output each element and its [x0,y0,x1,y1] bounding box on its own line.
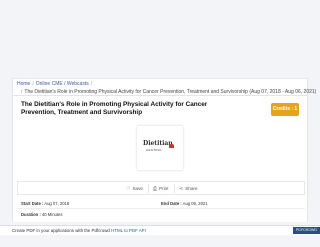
breadcrumb-separator: / [32,81,34,87]
start-date-label: Start Date : [21,201,44,206]
footer-text-label: Create PDF in your applications with the… [12,228,110,233]
print-button[interactable]: ⎙ Print [148,184,172,193]
divider [17,208,305,209]
course-logo: Dietitian CENTRAL [137,126,183,170]
end-date-label: End Date : [161,201,182,206]
html-to-pdf-link[interactable]: HTML to PDF API [111,228,146,233]
footer-text: Create PDF in your applications with the… [12,226,146,235]
print-label: Print [159,186,169,191]
course-title: The Dietitian's Role in Promoting Physic… [21,101,208,116]
share-icon: ⋖ [179,186,184,192]
share-button[interactable]: ⋖ Share [174,184,201,193]
action-bar: ♡ Save ⎙ Print ⋖ Share [17,181,305,195]
logo-subtext: CENTRAL [146,148,163,152]
pdfcrowd-badge[interactable]: PDFCROWD [292,227,320,234]
duration: Duration : 40 Minutes [21,212,62,217]
duration-value: 40 Minutes [41,212,63,217]
end-date: End Date : Aug 06, 2021 [161,201,208,206]
breadcrumb-row: Home / Online CME / Webcasts / [17,81,94,87]
credits-badge: Credits : 1 [271,103,299,116]
breadcrumb-home-link[interactable]: Home [17,81,30,87]
pdf-footer: Create PDF in your applications with the… [0,225,320,235]
save-button[interactable]: ♡ Save [122,184,147,193]
breadcrumb-separator: / [90,81,93,87]
share-label: Share [185,186,198,191]
breadcrumb: Home / Online CME / Webcasts / / The Dietiti… [12,78,316,96]
chef-hat-icon [169,144,174,148]
breadcrumb-current: / The Dietitian's Role in Promoting Physi… [19,89,316,95]
printer-icon: ⎙ [153,186,158,192]
start-date: Start Date : Aug 07, 2018 [21,201,69,206]
breadcrumb-separator: / [21,89,23,95]
heart-icon: ♡ [126,186,131,192]
start-date-value: Aug 07, 2018 [44,201,70,206]
breadcrumb-current-label: The Dietitian's Role in Promoting Physic… [24,89,317,95]
course-card: The Dietitian's Role in Promoting Physic… [12,96,308,222]
breadcrumb-cme-link[interactable]: Online CME / Webcasts [36,81,89,87]
save-label: Save [132,186,143,191]
end-date-value: Aug 06, 2021 [182,201,208,206]
duration-label: Duration : [21,212,41,217]
